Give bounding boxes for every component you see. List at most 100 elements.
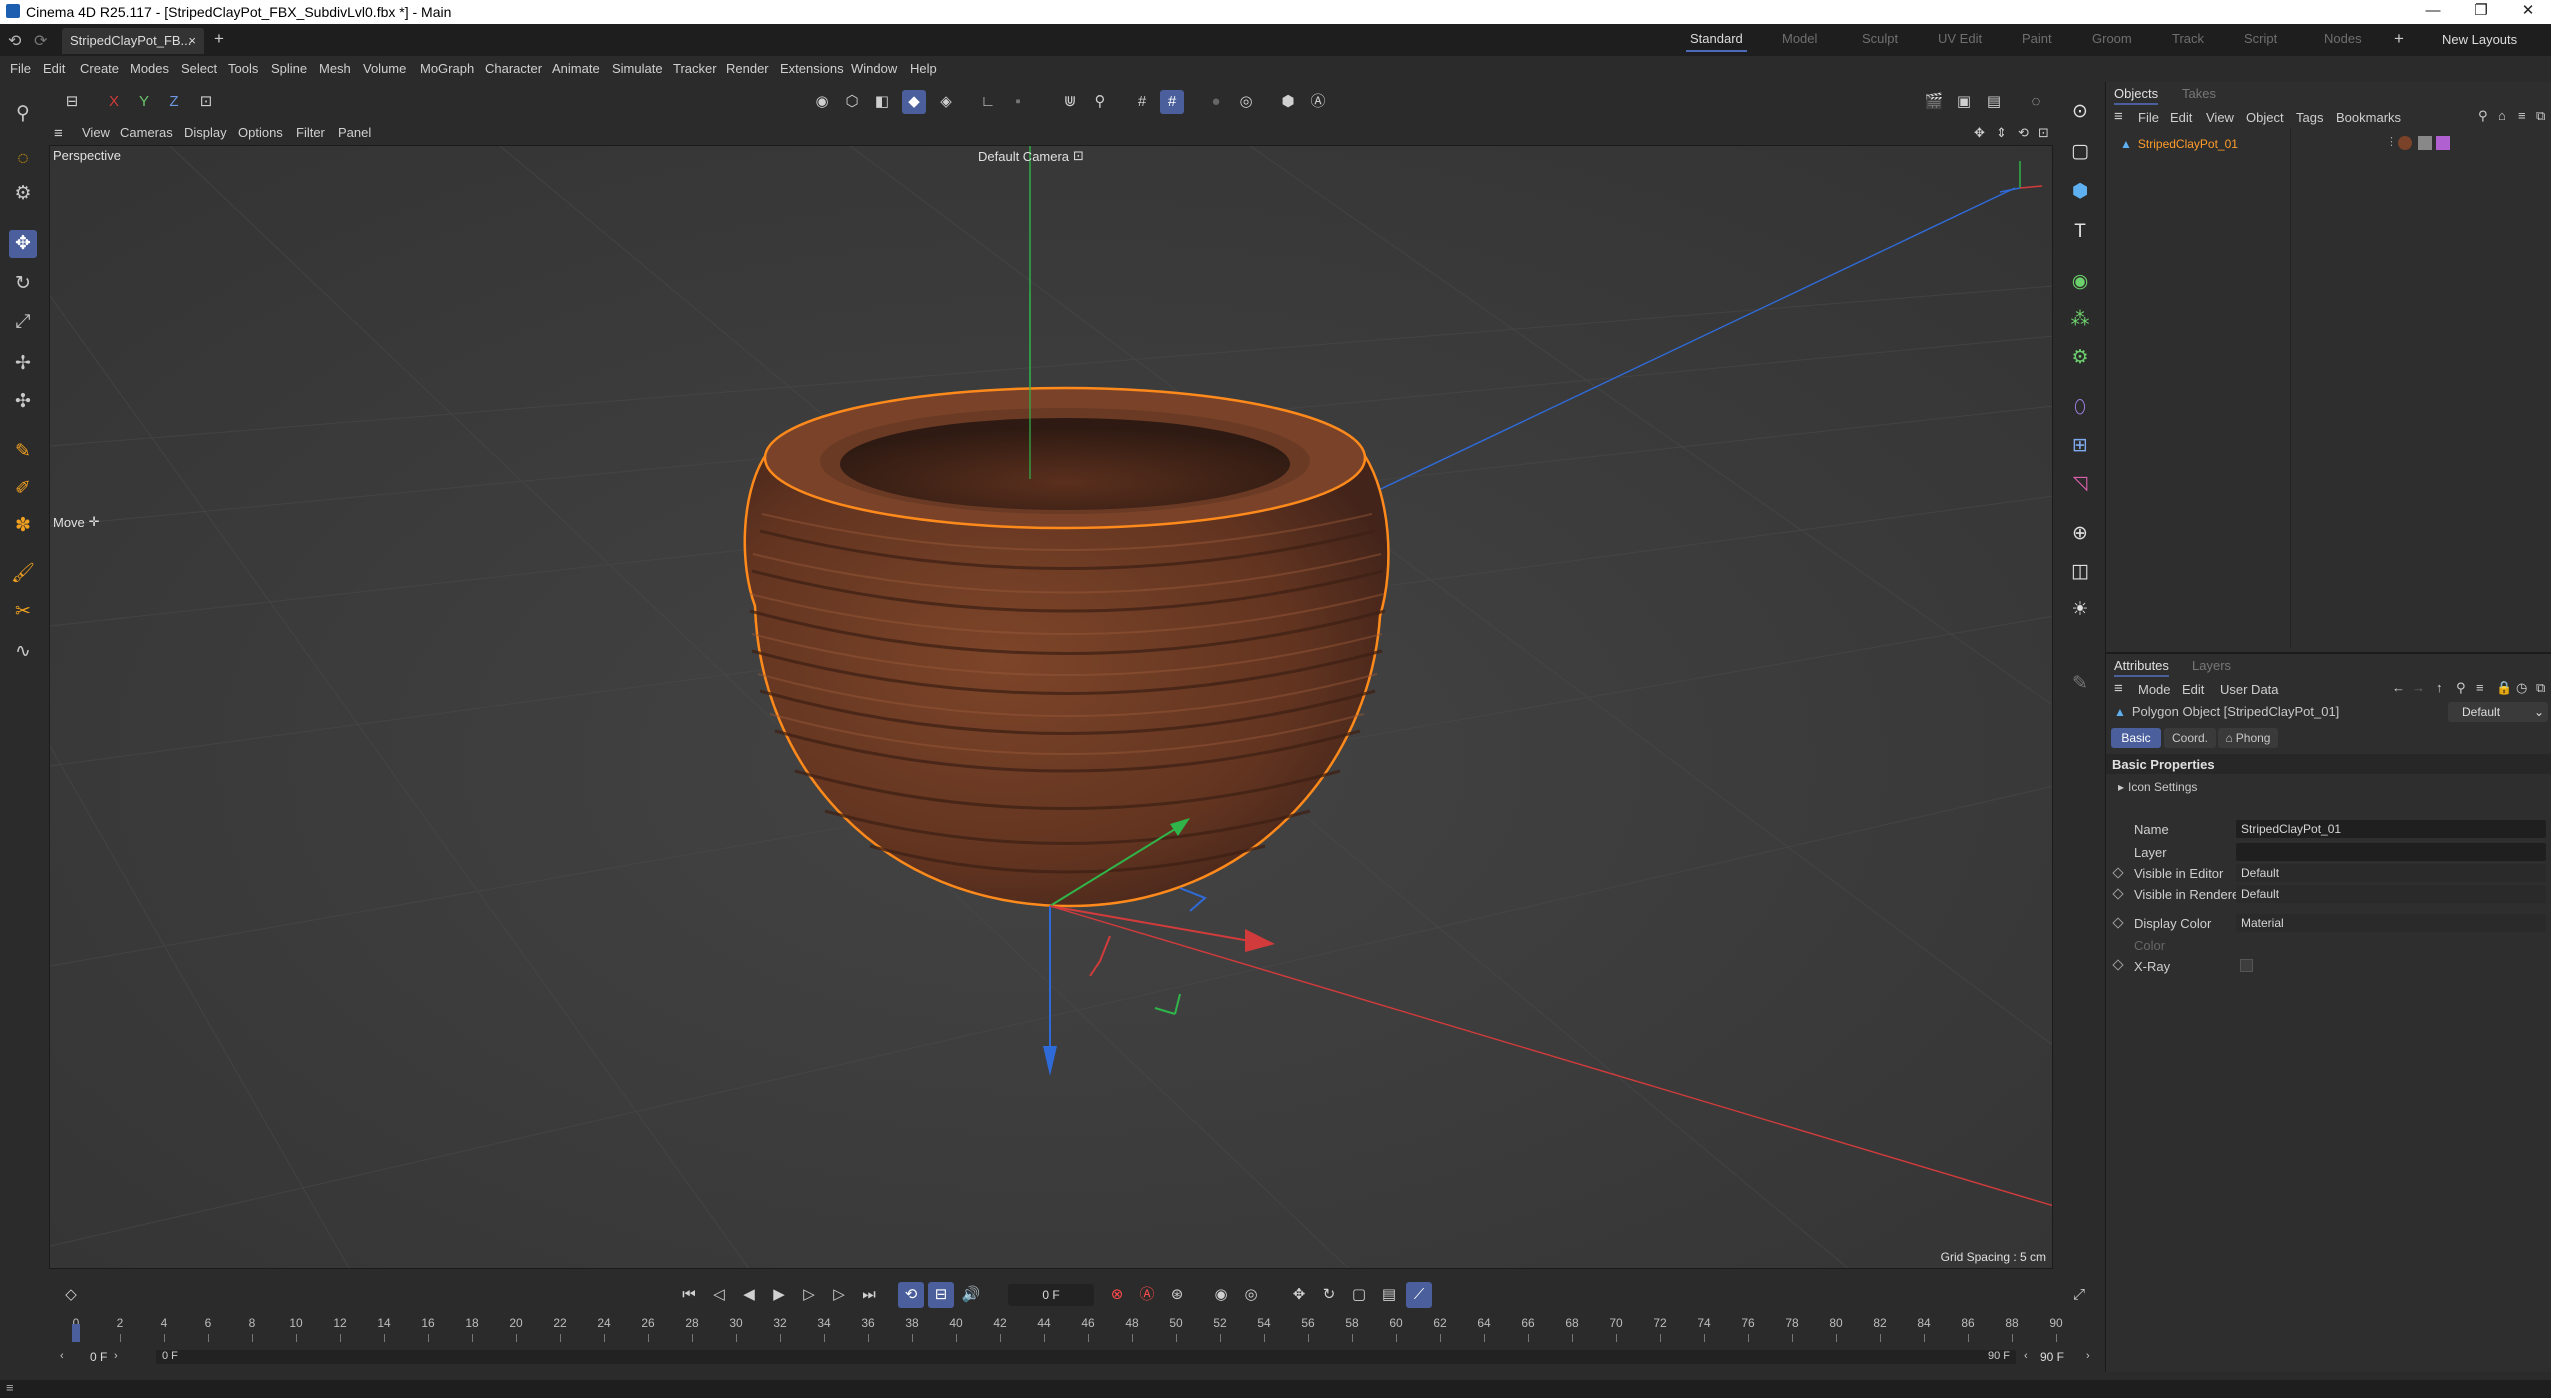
rotate-tool-icon[interactable]: ↻ [9, 270, 37, 298]
objects-new-window-icon[interactable]: ⧉ [2536, 108, 2545, 124]
layout-tab-uv-edit[interactable]: UV Edit [1938, 31, 1982, 46]
menu-file[interactable]: File [10, 61, 31, 76]
objects-home-icon[interactable]: ⌂ [2498, 108, 2506, 123]
attributes-menu-user-data[interactable]: User Data [2220, 682, 2279, 697]
current-frame-field[interactable]: 0 F [1008, 1284, 1094, 1306]
subtab-coord[interactable]: Coord. [2164, 728, 2216, 748]
layout-tab-paint[interactable]: Paint [2022, 31, 2052, 46]
viewport-menu-options[interactable]: Options [238, 125, 283, 140]
autokey-icon[interactable]: Ⓐ [1134, 1282, 1160, 1308]
loop-icon[interactable]: ⟲ [898, 1282, 924, 1308]
symmetry-icon[interactable]: ◎ [1234, 90, 1258, 114]
locked-workplane-icon[interactable]: ▪ [1006, 90, 1030, 114]
environment-icon[interactable]: ⊕ [2066, 520, 2094, 548]
icon-settings-toggle[interactable]: ▸ Icon Settings [2118, 780, 2197, 794]
spline-sketch-icon[interactable]: ✐ [9, 475, 37, 503]
menu-window[interactable]: Window [851, 61, 897, 76]
maximize-view-icon[interactable]: ⊡ [2038, 125, 2049, 141]
viewport-menu-display[interactable]: Display [184, 125, 227, 140]
key-scale-icon[interactable]: ↻ [1316, 1282, 1342, 1308]
objects-menu-bookmarks[interactable]: Bookmarks [2336, 110, 2401, 125]
model-mode-icon[interactable]: ◆ [902, 90, 926, 114]
spline-icon[interactable]: ◹ [2066, 470, 2094, 498]
keyframe-mode-icon[interactable]: ◇ [58, 1282, 84, 1308]
scale-tool-icon[interactable]: ⤢ [9, 308, 37, 336]
edges-mode-icon[interactable]: ⬡ [840, 90, 864, 114]
render-view-icon[interactable]: 🎬 [1922, 90, 1946, 114]
z-axis-toggle[interactable]: Z [162, 90, 186, 114]
grid-snap-icon[interactable]: # [1160, 90, 1184, 114]
objects-menu-object[interactable]: Object [2246, 110, 2284, 125]
x-ray-checkbox[interactable] [2240, 959, 2253, 972]
edit-icon[interactable]: ✎ [2066, 670, 2094, 698]
play-icon[interactable]: ▶ [766, 1282, 792, 1308]
menu-extensions[interactable]: Extensions [780, 61, 844, 76]
previous-key-icon[interactable]: ◁ [706, 1282, 732, 1308]
polygons-mode-icon[interactable]: ◧ [870, 90, 894, 114]
layer-visibility-icon[interactable]: ⋮ [2386, 135, 2397, 148]
texture-tag-icon[interactable] [2418, 136, 2432, 150]
viewport-menu-filter[interactable]: Filter [296, 125, 325, 140]
grid-icon[interactable]: # [1130, 90, 1154, 114]
playback-range-icon[interactable]: ⊟ [928, 1282, 954, 1308]
playhead[interactable] [72, 1324, 80, 1342]
visible-in-editor-dropdown[interactable]: Default [2236, 864, 2546, 882]
end-right-arrow-icon[interactable]: › [2086, 1350, 2090, 1362]
selection-filter-icon[interactable]: ⊙ [2066, 98, 2094, 126]
workplane-icon[interactable]: ∟ [976, 90, 1000, 114]
camera-label[interactable]: Default Camera ⊡ [978, 148, 1084, 164]
render-to-picture-viewer-icon[interactable]: ▣ [1952, 90, 1976, 114]
soft-selection-icon[interactable]: ● [1204, 90, 1228, 114]
frame-ruler[interactable]: 0 2 4 6 8 10 12 14 16 18 20 22 24 26 28 30 32 34 36 38 40 42 4… [72, 1316, 2063, 1344]
layout-tab-groom[interactable]: Groom [2092, 31, 2132, 46]
deformer-icon[interactable]: ⬯ [2066, 394, 2094, 422]
menu-edit[interactable]: Edit [43, 61, 65, 76]
live-selection-icon[interactable]: ◌ [9, 145, 37, 173]
null-object-icon[interactable]: ▢ [2066, 138, 2094, 166]
end-left-arrow-icon[interactable]: ‹ [2024, 1350, 2028, 1362]
undo-stack-icon[interactable]: ⊟ [60, 90, 84, 114]
points-mode-icon[interactable]: ◉ [810, 90, 834, 114]
pan-view-icon[interactable]: ✥ [1974, 125, 1985, 141]
uv-mode-icon[interactable]: ◈ [934, 90, 958, 114]
new-tab-icon[interactable]: + [214, 29, 224, 49]
move-tool-icon[interactable]: ✥ [9, 230, 37, 258]
keyframe-icon[interactable] [2112, 959, 2124, 971]
key-pla-icon[interactable]: ▤ [1376, 1282, 1402, 1308]
restore-button[interactable]: ❐ [2458, 0, 2504, 24]
light-icon[interactable]: ☀ [2066, 596, 2094, 624]
menu-simulate[interactable]: Simulate [612, 61, 663, 76]
range-right-arrow-icon[interactable]: › [114, 1350, 118, 1362]
layout-tab-nodes[interactable]: Nodes [2324, 31, 2362, 46]
attributes-hamburger-icon[interactable]: ≡ [2114, 680, 2123, 697]
status-hamburger-icon[interactable]: ≡ [6, 1380, 14, 1395]
back-arrow-icon[interactable]: ← [2392, 680, 2405, 695]
layout-tab-sculpt[interactable]: Sculpt [1862, 31, 1898, 46]
start-frame-field[interactable]: 0 F [90, 1350, 107, 1364]
layer-field[interactable] [2236, 843, 2546, 861]
keyframe-selection-icon[interactable]: ⊛ [1164, 1282, 1190, 1308]
new-layouts-button[interactable]: New Layouts [2442, 32, 2517, 47]
menu-mesh[interactable]: Mesh [319, 61, 351, 76]
viewport-menu-view[interactable]: View [82, 125, 110, 140]
lock-icon[interactable]: 🔒 [2496, 680, 2512, 696]
cube-primitive-icon[interactable]: ⬢ [2066, 178, 2094, 206]
render-settings-icon[interactable]: ▤ [1982, 90, 2006, 114]
viewport-menu-cameras[interactable]: Cameras [120, 125, 173, 140]
viewport-render-icon[interactable]: ◌ [2024, 90, 2048, 114]
range-slider[interactable]: 0 F 90 F [156, 1350, 2016, 1364]
close-window-button[interactable]: ✕ [2505, 0, 2551, 24]
objects-hamburger-icon[interactable]: ≡ [2114, 108, 2123, 125]
menu-select[interactable]: Select [181, 61, 217, 76]
tab-attributes[interactable]: Attributes [2114, 658, 2169, 677]
menu-mograph[interactable]: MoGraph [420, 61, 474, 76]
layout-tab-model[interactable]: Model [1782, 31, 1817, 46]
search-icon[interactable]: ⚲ [9, 100, 37, 128]
menu-render[interactable]: Render [726, 61, 769, 76]
objects-menu-view[interactable]: View [2206, 110, 2234, 125]
object-row-stripedclaypot[interactable]: ▲ StripedClayPot_01 [2120, 135, 2238, 153]
text-spline-icon[interactable]: T [2066, 218, 2094, 246]
up-arrow-icon[interactable]: ↑ [2436, 680, 2443, 695]
add-layout-icon[interactable]: + [2394, 29, 2404, 49]
tab-takes[interactable]: Takes [2182, 86, 2216, 101]
